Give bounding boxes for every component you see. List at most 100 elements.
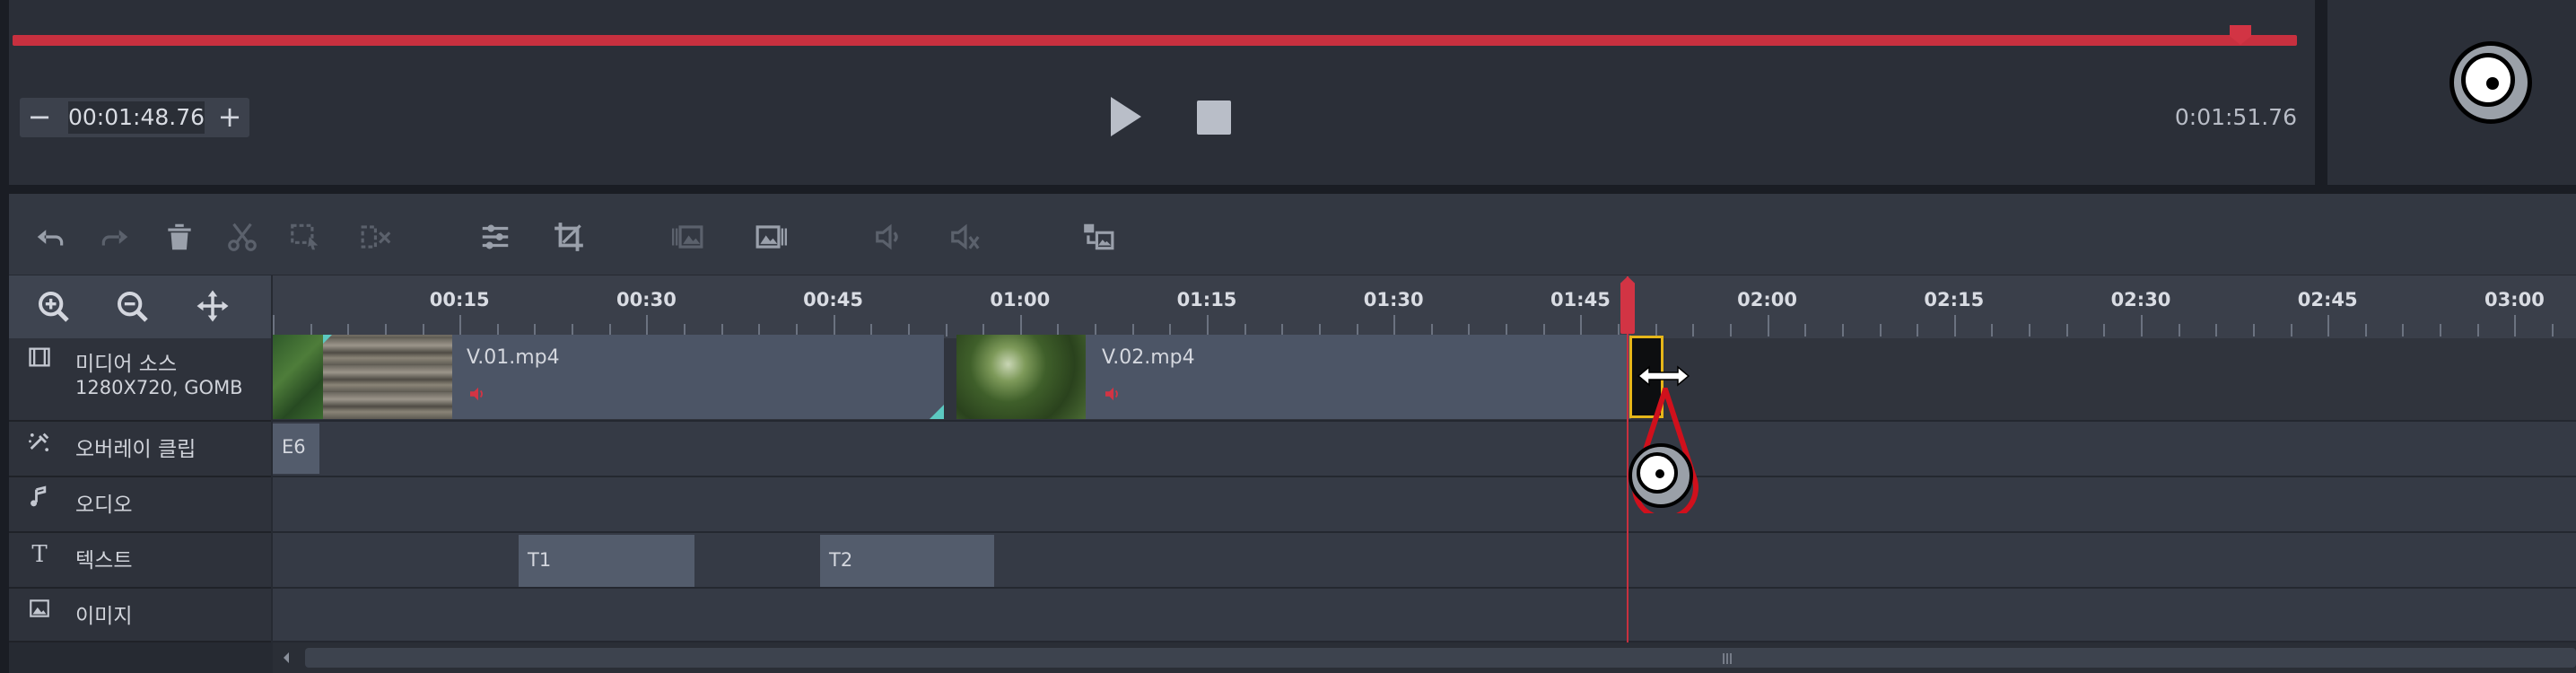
- undo-icon[interactable]: [27, 214, 74, 260]
- ruler-tick-label: 01:15: [1176, 289, 1237, 310]
- image-icon: [25, 597, 54, 625]
- media-source-icon: [25, 345, 54, 373]
- ruler-tick: [1019, 315, 1022, 336]
- split-clip-icon: [354, 214, 400, 260]
- track-label-text: 텍스트: [75, 549, 133, 572]
- clip-thumbnail-forest: [956, 335, 1086, 419]
- mute-cut-icon: [942, 214, 989, 260]
- ruler-tick: [2065, 324, 2068, 336]
- ruler-tick-label: 01:00: [990, 289, 1051, 310]
- mouse-cursor-icon: [2449, 41, 2532, 124]
- ruler-tick: [646, 315, 649, 336]
- ruler-tick: [2029, 324, 2031, 336]
- ruler-tick: [1841, 324, 1844, 336]
- scroll-left-icon[interactable]: [278, 648, 294, 668]
- ruler-tick-label: 02:15: [1924, 289, 1985, 310]
- clip-name-v02: V.02.mp4: [1102, 346, 1195, 369]
- track-label-overlay: 오버레이 클립: [75, 438, 196, 461]
- ruler-tick: [1879, 324, 1882, 336]
- resize-horizontal-icon: [1637, 364, 1690, 388]
- ruler-tick-label: 02:30: [2110, 289, 2171, 310]
- ruler-tick: [1729, 324, 1732, 336]
- seek-bar[interactable]: [13, 35, 2297, 46]
- ruler-tick: [1767, 315, 1769, 336]
- track-label-image: 이미지: [75, 605, 133, 628]
- zoom-in-icon[interactable]: [36, 289, 72, 325]
- clip-audio-icon: [1104, 386, 1123, 402]
- cut-icon: [219, 214, 266, 260]
- track-label-media: 미디어 소스: [75, 353, 178, 376]
- delete-icon[interactable]: [156, 214, 203, 260]
- ruler-tick: [1804, 324, 1807, 336]
- time-decrement-button[interactable]: −: [20, 98, 59, 137]
- ruler-tick: [1953, 315, 1956, 336]
- ruler-tick: [1393, 315, 1396, 336]
- image-left-icon: [664, 214, 711, 260]
- replace-media-icon[interactable]: [1075, 214, 1122, 260]
- ruler-tick: [1207, 315, 1209, 336]
- image-right-icon[interactable]: [748, 214, 795, 260]
- ruler-tick: [2141, 315, 2143, 336]
- ruler-tick: [2103, 324, 2106, 336]
- lane-image: [273, 589, 2576, 642]
- ruler-tick-label: 02:45: [2297, 289, 2358, 310]
- ruler-tick: [1580, 315, 1583, 336]
- clip-audio-icon: [468, 386, 488, 402]
- mouse-cursor-icon: [1629, 443, 1693, 508]
- total-duration: 0:01:51.76: [2174, 104, 2297, 130]
- select-region-icon: [282, 214, 328, 260]
- clip-thumbnail-foliage: [273, 335, 323, 419]
- time-stepper: − 00:01:48.76 +: [20, 98, 249, 137]
- ruler-tick: [2514, 315, 2517, 336]
- track-label-audio: 오디오: [75, 494, 133, 517]
- ruler-tick-label: 03:00: [2484, 289, 2545, 310]
- ruler-tick-label: 01:45: [1550, 289, 1611, 310]
- ruler-tick: [2327, 315, 2330, 336]
- ruler-tick-label: 00:45: [803, 289, 864, 310]
- scroll-grip-icon: [1721, 651, 1733, 664]
- overlay-clip-label: E6: [282, 436, 306, 458]
- ruler-tick: [1917, 324, 1919, 336]
- ruler-tick: [833, 315, 835, 336]
- current-time-field[interactable]: 00:01:48.76: [68, 101, 205, 134]
- ruler-tick: [273, 315, 275, 336]
- stop-button[interactable]: [1197, 101, 1231, 135]
- ruler-tick: [1991, 324, 1994, 336]
- ruler-tick: [2215, 324, 2218, 336]
- crop-icon[interactable]: [546, 214, 592, 260]
- playhead-handle[interactable]: [1620, 276, 1635, 334]
- play-button[interactable]: [1111, 97, 1141, 136]
- text-icon: T: [31, 541, 48, 568]
- ruler-tick-label: 00:30: [616, 289, 677, 310]
- ruler-tick: [459, 315, 462, 336]
- ruler-tick: [2290, 324, 2292, 336]
- ruler-tick-label: 00:15: [429, 289, 490, 310]
- clip-thumbnail-stone-wall: [323, 335, 452, 419]
- ruler-tick: [2402, 324, 2405, 336]
- music-note-icon: [25, 485, 54, 514]
- media-source-spec: 1280X720, GOMB: [75, 377, 243, 398]
- time-increment-button[interactable]: +: [210, 98, 249, 137]
- adjust-settings-icon[interactable]: [472, 214, 519, 260]
- redo-icon: [92, 214, 138, 260]
- clip-name-v01: V.01.mp4: [467, 346, 560, 369]
- lane-audio: [273, 477, 2576, 533]
- zoom-out-icon[interactable]: [115, 289, 151, 325]
- ruler-tick: [2552, 324, 2554, 336]
- ruler-tick: [2364, 324, 2367, 336]
- ruler-tick: [2252, 324, 2255, 336]
- text-clip-label: T2: [829, 549, 853, 571]
- ruler-tick: [2440, 324, 2442, 336]
- ruler-tick-label: 02:00: [1737, 289, 1798, 310]
- ruler-tick: [1692, 324, 1695, 336]
- ruler-tick: [945, 324, 947, 336]
- preview-panel: [9, 0, 2315, 185]
- ruler-tick: [2476, 324, 2479, 336]
- ruler-tick: [1655, 324, 1657, 336]
- text-clip-label: T1: [528, 549, 552, 571]
- ruler-tick-label: 01:30: [1363, 289, 1424, 310]
- volume-icon: [867, 214, 913, 260]
- ruler-tick: [2178, 324, 2180, 336]
- scrollbar-thumb[interactable]: [305, 648, 2576, 668]
- fit-timeline-icon[interactable]: [194, 287, 231, 325]
